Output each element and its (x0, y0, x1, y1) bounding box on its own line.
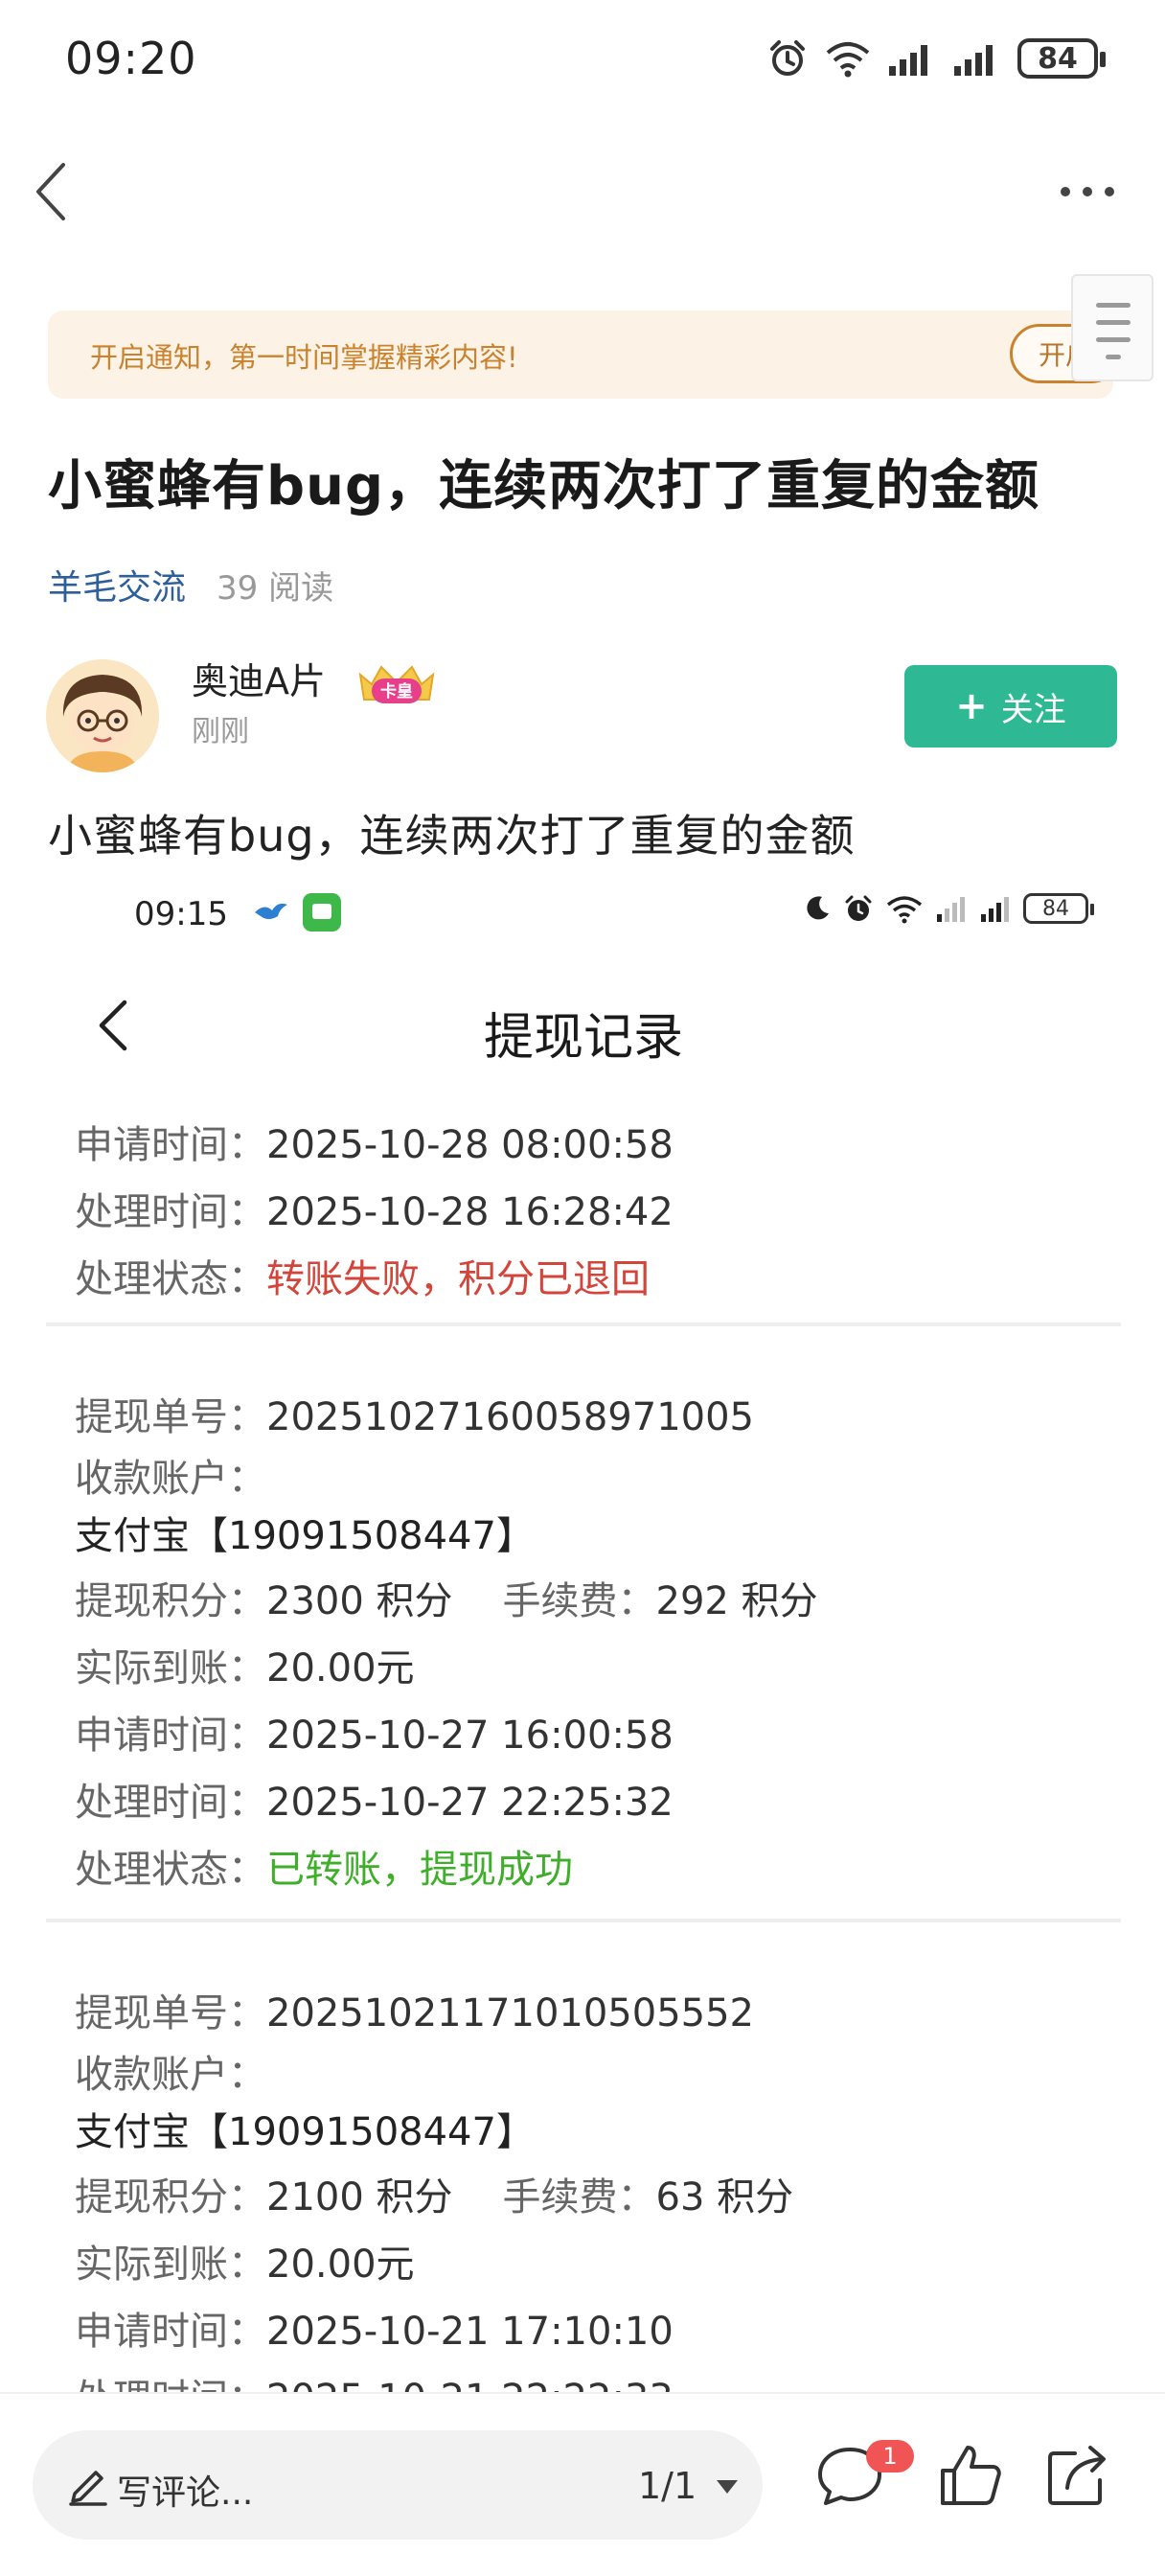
signal-icon (981, 897, 1009, 922)
alarm-icon (770, 40, 805, 76)
post-body: 小蜜蜂有bug，连续两次打了重复的金额 (48, 810, 856, 862)
record-apply-time: 申请时间：2025-10-27 16:00:58 (75, 1714, 674, 1758)
post-title: 小蜜蜂有bug，连续两次打了重复的金额 (48, 455, 1040, 518)
status-icons: 84 (766, 34, 1106, 82)
notification-banner: 开启通知，第一时间掌握精彩内容! 开启 (48, 310, 1121, 399)
record-apply-time: 申请时间：2025-10-21 17:10:10 (75, 2310, 674, 2354)
record-order-number: 提现单号：20251027160058971005 (75, 1395, 754, 1439)
signal-icon (954, 45, 993, 76)
record-divider (46, 1322, 1121, 1326)
screenshot-status-time: 09:15 (134, 895, 228, 933)
post-time: 刚刚 (192, 715, 249, 748)
record-process-time: 处理时间：2025-10-27 22:25:32 (75, 1781, 674, 1825)
author-name[interactable]: 奥迪A片 (192, 652, 326, 704)
alarm-icon (845, 895, 872, 921)
read-count: 39 阅读 (217, 568, 334, 608)
more-icon[interactable] (1054, 172, 1121, 211)
screenshot-header: 提现记录 (46, 978, 1121, 1073)
wifi-icon (826, 42, 870, 78)
record-divider (46, 1919, 1121, 1922)
record-account-label: 收款账户： (75, 2053, 266, 2097)
nav-bar (0, 144, 1165, 240)
record-apply-time: 申请时间：2025-10-28 08:00:58 (75, 1123, 674, 1167)
caret-down-icon[interactable] (715, 2478, 740, 2496)
record-status: 处理状态：已转账，提现成功 (75, 1848, 573, 1892)
notification-text: 开启通知，第一时间掌握精彩内容! (90, 341, 518, 374)
screenshot-status-icons: 84 (803, 893, 1094, 924)
plus-icon: + (955, 684, 988, 728)
record-process-time: 处理时间：2025-10-28 16:28:42 (75, 1190, 674, 1234)
wifi-icon (886, 896, 923, 924)
post-meta: 羊毛交流 39 阅读 (48, 560, 333, 610)
screenshot-status-bar: 09:15 84 (46, 872, 1121, 949)
follow-button[interactable]: + 关注 (904, 665, 1117, 748)
record-account-label: 收款账户： (75, 1457, 266, 1501)
record-received: 实际到账：20.00元 (75, 1646, 415, 1690)
bottom-bar: 写评论... 1/1 1 (0, 2392, 1165, 2576)
record-points: 提现积分：2300 积分 手续费：292 积分 (75, 1579, 818, 1623)
record-points: 提现积分：2100 积分 手续费：63 积分 (75, 2175, 794, 2220)
page-indicator[interactable]: 1/1 (638, 2465, 697, 2507)
record-status: 处理状态：转账失败，积分已退回 (75, 1257, 650, 1301)
back-icon[interactable] (25, 153, 82, 230)
record-account: 支付宝【19091508447】 (75, 1514, 535, 1558)
bird-app-icon (255, 903, 287, 919)
like-icon[interactable] (935, 2440, 1006, 2511)
comment-input[interactable]: 写评论... 1/1 (33, 2430, 763, 2540)
vip-badge: 卡皇 (358, 665, 435, 703)
vip-badge-text: 卡皇 (380, 681, 413, 702)
battery-icon: 84 (1017, 38, 1106, 79)
avatar[interactable] (46, 659, 159, 772)
signal-icon (937, 897, 965, 922)
screenshot-title: 提现记录 (483, 1009, 683, 1067)
status-bar: 09:20 84 (0, 0, 1165, 115)
moon-icon (807, 896, 829, 920)
share-icon[interactable] (1042, 2440, 1113, 2511)
record-received: 实际到账：20.00元 (75, 2242, 415, 2287)
record-order-number: 提现单号：20251021171010505552 (75, 1991, 754, 2036)
menu-handle-icon[interactable] (1071, 274, 1154, 381)
status-time: 09:20 (65, 33, 197, 84)
signal-icon (889, 45, 927, 76)
category-link[interactable]: 羊毛交流 (48, 560, 186, 610)
battery-icon: 84 (1023, 893, 1094, 924)
record-account: 支付宝【19091508447】 (75, 2110, 535, 2154)
comment-placeholder: 写评论... (117, 2473, 254, 2513)
follow-label: 关注 (1000, 690, 1066, 729)
attached-screenshot[interactable]: 09:15 84 提现记录 申请时间：2025-10-28 08:00:58 处… (46, 872, 1121, 2396)
comment-count-badge: 1 (866, 2440, 914, 2472)
pen-icon (69, 2471, 107, 2506)
message-app-icon (303, 893, 341, 932)
